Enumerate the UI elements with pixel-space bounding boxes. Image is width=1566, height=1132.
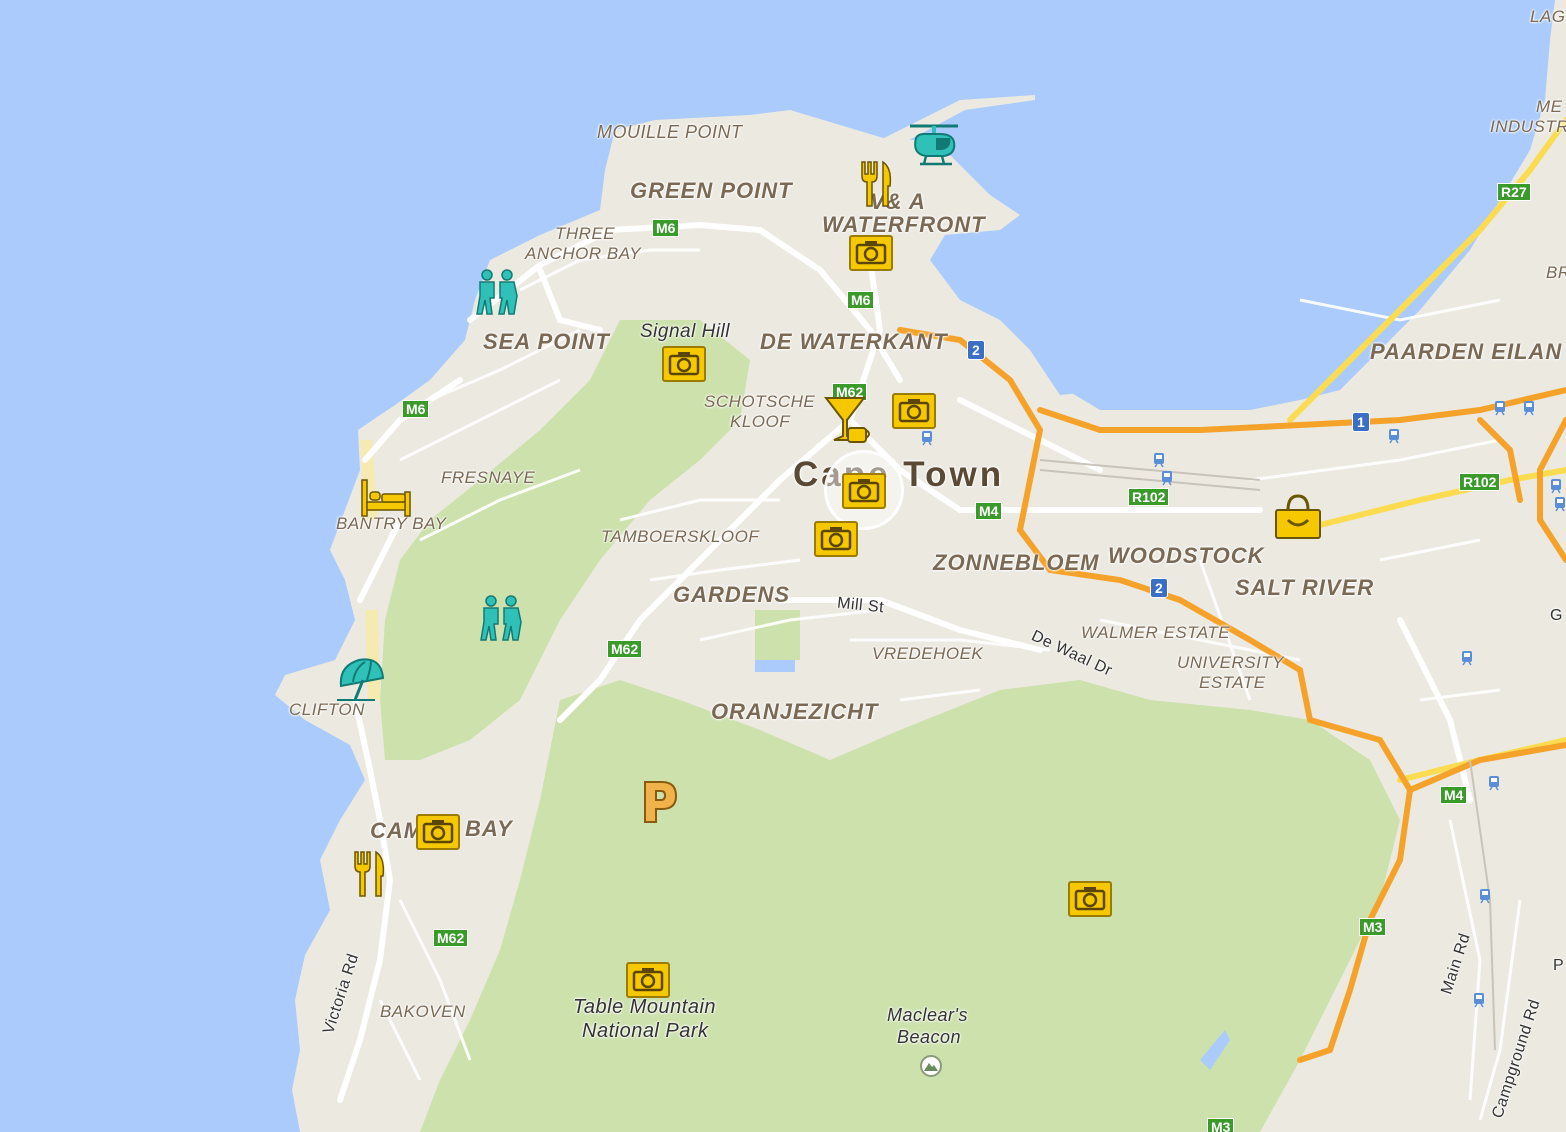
area-label-de-waterkant: DE WATERKANT (760, 329, 948, 354)
area-label-me: ME (1536, 97, 1563, 116)
area-label-gardens: GARDENS (673, 582, 791, 607)
area-label-green-point: GREEN POINT (630, 178, 793, 203)
camera-icon[interactable] (1068, 881, 1112, 917)
route-shield-m4: M4 (1440, 786, 1468, 804)
area-label-oranjezicht: ORANJEZICHT (711, 699, 879, 724)
park-area (420, 680, 1400, 1132)
route-shield-m3: M3 (1207, 1118, 1235, 1132)
map-view[interactable]: MOUILLE POINT GREEN POINT V& A WATERFRON… (0, 0, 1566, 1132)
area-label-three-anchor-bay: THREE (555, 224, 616, 243)
camera-icon[interactable] (814, 521, 858, 557)
route-shield-n2: 2 (1150, 578, 1168, 598)
park-area (755, 610, 800, 660)
parking-icon[interactable] (640, 778, 682, 831)
route-shield-m3: M3 (1359, 918, 1387, 936)
area-label-schotsche-kloof: KLOOF (730, 412, 791, 431)
label-fragment-g: G (1550, 607, 1563, 624)
route-shield-n1: 1 (1352, 412, 1370, 432)
route-shield-m62: M62 (607, 640, 643, 658)
area-label-bakoven: BAKOVEN (380, 1002, 466, 1021)
camera-icon[interactable] (416, 814, 460, 850)
train-station-icon[interactable] (1387, 428, 1401, 449)
train-station-icon[interactable] (1460, 650, 1474, 671)
area-label-br: BR (1546, 263, 1566, 282)
train-station-icon[interactable] (1472, 992, 1486, 1013)
train-station-icon[interactable] (1553, 496, 1566, 517)
route-shield-m4: M4 (975, 502, 1003, 520)
route-shield-m6: M6 (652, 219, 680, 237)
water-reservoir (755, 660, 795, 672)
helicopter-icon[interactable] (906, 120, 962, 175)
restaurant-icon[interactable] (856, 160, 896, 213)
train-station-icon[interactable] (1160, 470, 1174, 491)
area-label-vredehoek: VREDEHOEK (872, 644, 984, 663)
place-label-signal-hill[interactable]: Signal Hill (640, 320, 730, 344)
area-label-three-anchor-bay: ANCHOR BAY (525, 244, 642, 263)
route-shield-m62: M62 (433, 929, 469, 947)
camera-icon[interactable] (842, 473, 886, 509)
restaurant-icon[interactable] (349, 850, 389, 903)
route-shield-m6: M6 (402, 400, 430, 418)
camera-icon[interactable] (892, 393, 936, 429)
place-label-table-mountain[interactable]: Table Mountain (573, 995, 716, 1019)
area-label-walmer-estate: WALMER ESTATE (1081, 623, 1231, 642)
peak-icon[interactable] (920, 1055, 942, 1077)
area-label-mouille-point: MOUILLE POINT (597, 122, 743, 142)
route-shield-m6: M6 (847, 291, 875, 309)
route-shield-r102: R102 (1459, 473, 1501, 491)
hiking-icon[interactable] (476, 594, 526, 649)
train-station-icon[interactable] (1487, 775, 1501, 796)
train-station-icon[interactable] (920, 430, 934, 451)
area-label-zonnebloem: ZONNEBLOEM (933, 550, 1100, 575)
hotel-bed-icon[interactable] (360, 478, 412, 523)
hiking-icon[interactable] (472, 268, 522, 323)
area-label-lag: LAG (1530, 7, 1566, 26)
place-label-maclears-beacon[interactable]: Beacon (897, 1025, 961, 1049)
shopping-bag-icon[interactable] (1273, 492, 1323, 545)
area-label-university-estate: ESTATE (1199, 673, 1266, 692)
cocktail-icon[interactable] (823, 396, 872, 451)
place-label-table-mountain[interactable]: National Park (582, 1019, 709, 1043)
route-shield-n2: 2 (967, 340, 985, 360)
area-label-sea-point: SEA POINT (483, 329, 610, 354)
area-label-va-waterfront: WATERFRONT (822, 212, 986, 237)
area-label-salt-river: SALT RIVER (1235, 575, 1375, 600)
place-label-maclears-beacon[interactable]: Maclear's (887, 1003, 968, 1027)
camera-icon[interactable] (662, 346, 706, 382)
train-station-icon[interactable] (1478, 888, 1492, 909)
area-label-industri: INDUSTRI (1490, 117, 1566, 136)
basemap (275, 0, 1566, 1132)
camera-icon[interactable] (849, 235, 893, 271)
area-label-tamboerskloof: TAMBOERSKLOOF (601, 527, 760, 546)
camera-icon[interactable] (626, 962, 670, 998)
area-label-paarden-eiland: PAARDEN EILAN (1370, 339, 1563, 364)
train-station-icon[interactable] (1493, 400, 1507, 421)
train-station-icon[interactable] (1522, 400, 1536, 421)
route-shield-r27: R27 (1497, 183, 1531, 201)
beach-umbrella-icon[interactable] (335, 656, 387, 709)
area-label-woodstock: WOODSTOCK (1108, 543, 1265, 568)
area-label-camps-bay: BAY (465, 816, 513, 841)
label-fragment-p: P (1553, 957, 1565, 974)
area-label-university-estate: UNIVERSITY (1177, 653, 1285, 672)
area-label-fresnaye: FRESNAYE (441, 468, 536, 487)
area-label-schotsche-kloof: SCHOTSCHE (704, 392, 816, 411)
